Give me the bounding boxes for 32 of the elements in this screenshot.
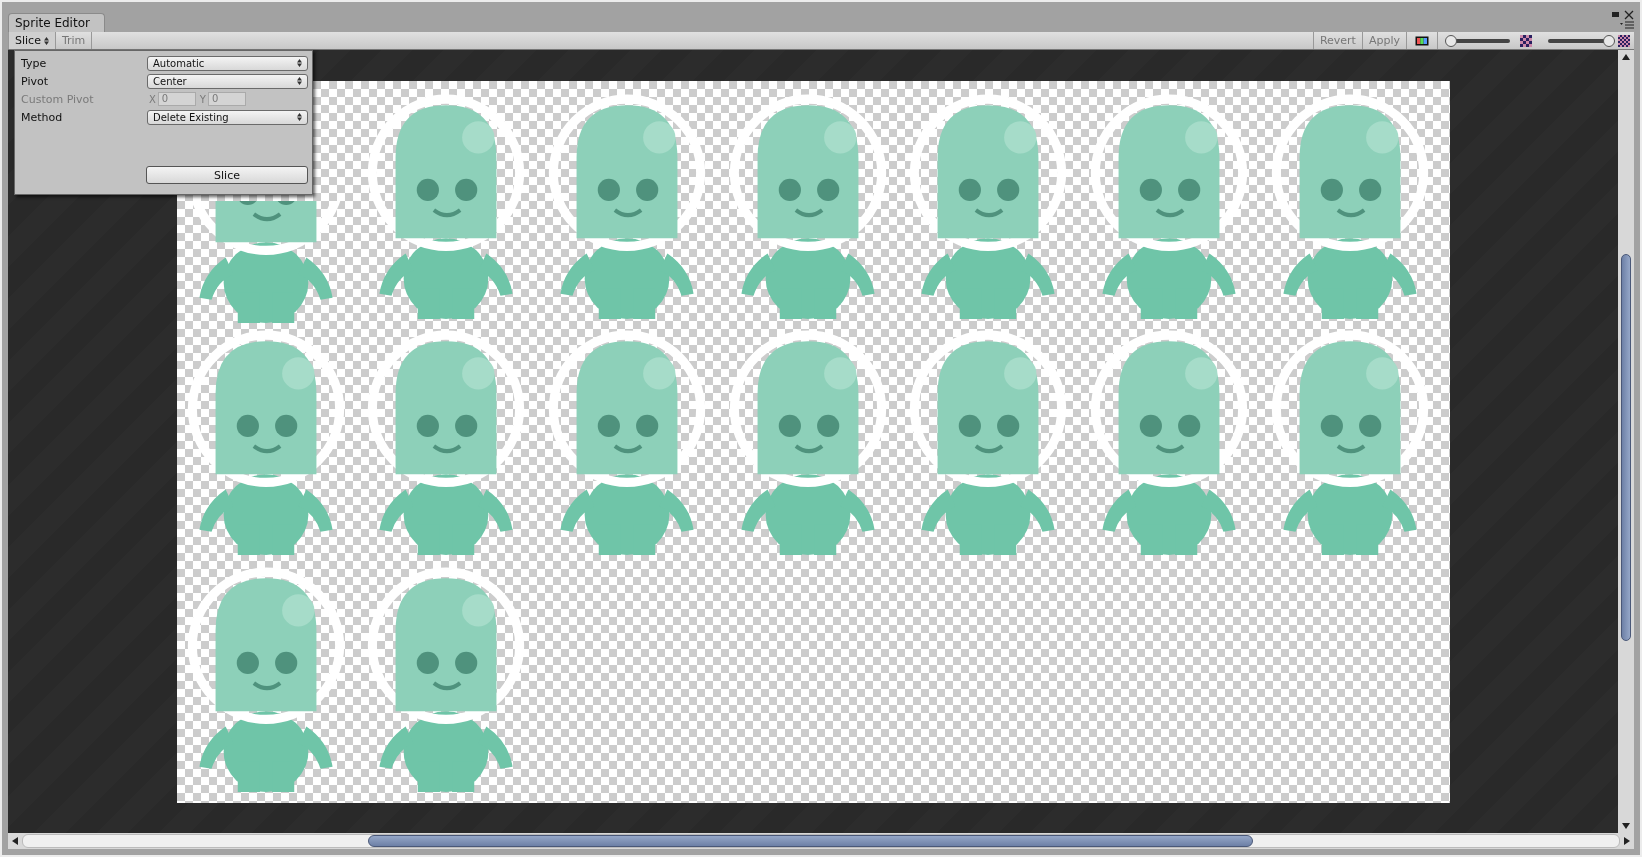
dropdown[interactable]: Automatic bbox=[147, 55, 308, 71]
field-label: Custom Pivot bbox=[21, 92, 95, 106]
rgb-icon bbox=[1415, 35, 1429, 46]
updown-caret-icon bbox=[297, 59, 302, 67]
scroll-down-icon[interactable] bbox=[1622, 823, 1630, 829]
x-label: X bbox=[149, 93, 156, 105]
scroll-thumb[interactable] bbox=[368, 835, 1253, 847]
slider-thumb[interactable] bbox=[1445, 34, 1457, 47]
checker-icon bbox=[1520, 34, 1532, 47]
dropdown[interactable]: Delete Existing bbox=[147, 109, 308, 125]
updown-caret-icon bbox=[297, 77, 302, 85]
field-label: Type bbox=[21, 56, 48, 70]
scroll-left-icon[interactable] bbox=[12, 837, 18, 845]
scroll-right-icon[interactable] bbox=[1624, 837, 1630, 845]
close-icon[interactable] bbox=[1624, 10, 1634, 20]
window-tab[interactable]: Sprite Editor bbox=[8, 13, 105, 32]
dropdown[interactable]: Center bbox=[147, 73, 308, 89]
slice-dropdown[interactable]: Slice bbox=[8, 32, 56, 49]
slice-button[interactable]: Slice bbox=[146, 166, 308, 184]
maximize-icon[interactable] bbox=[1611, 10, 1620, 19]
slider-thumb[interactable] bbox=[1603, 34, 1615, 47]
updown-caret-icon bbox=[43, 36, 49, 45]
scroll-thumb[interactable] bbox=[1621, 254, 1631, 641]
menu-icon[interactable] bbox=[1620, 21, 1634, 29]
updown-caret-icon bbox=[297, 113, 302, 121]
y-label: Y bbox=[199, 93, 206, 105]
scroll-up-icon[interactable] bbox=[1622, 54, 1630, 60]
field-label: Method bbox=[21, 110, 64, 124]
horizontal-scrollbar[interactable] bbox=[8, 833, 1634, 849]
vertical-scrollbar[interactable] bbox=[1618, 50, 1634, 833]
checker-icon bbox=[1618, 34, 1630, 47]
field-label: Pivot bbox=[21, 74, 49, 88]
